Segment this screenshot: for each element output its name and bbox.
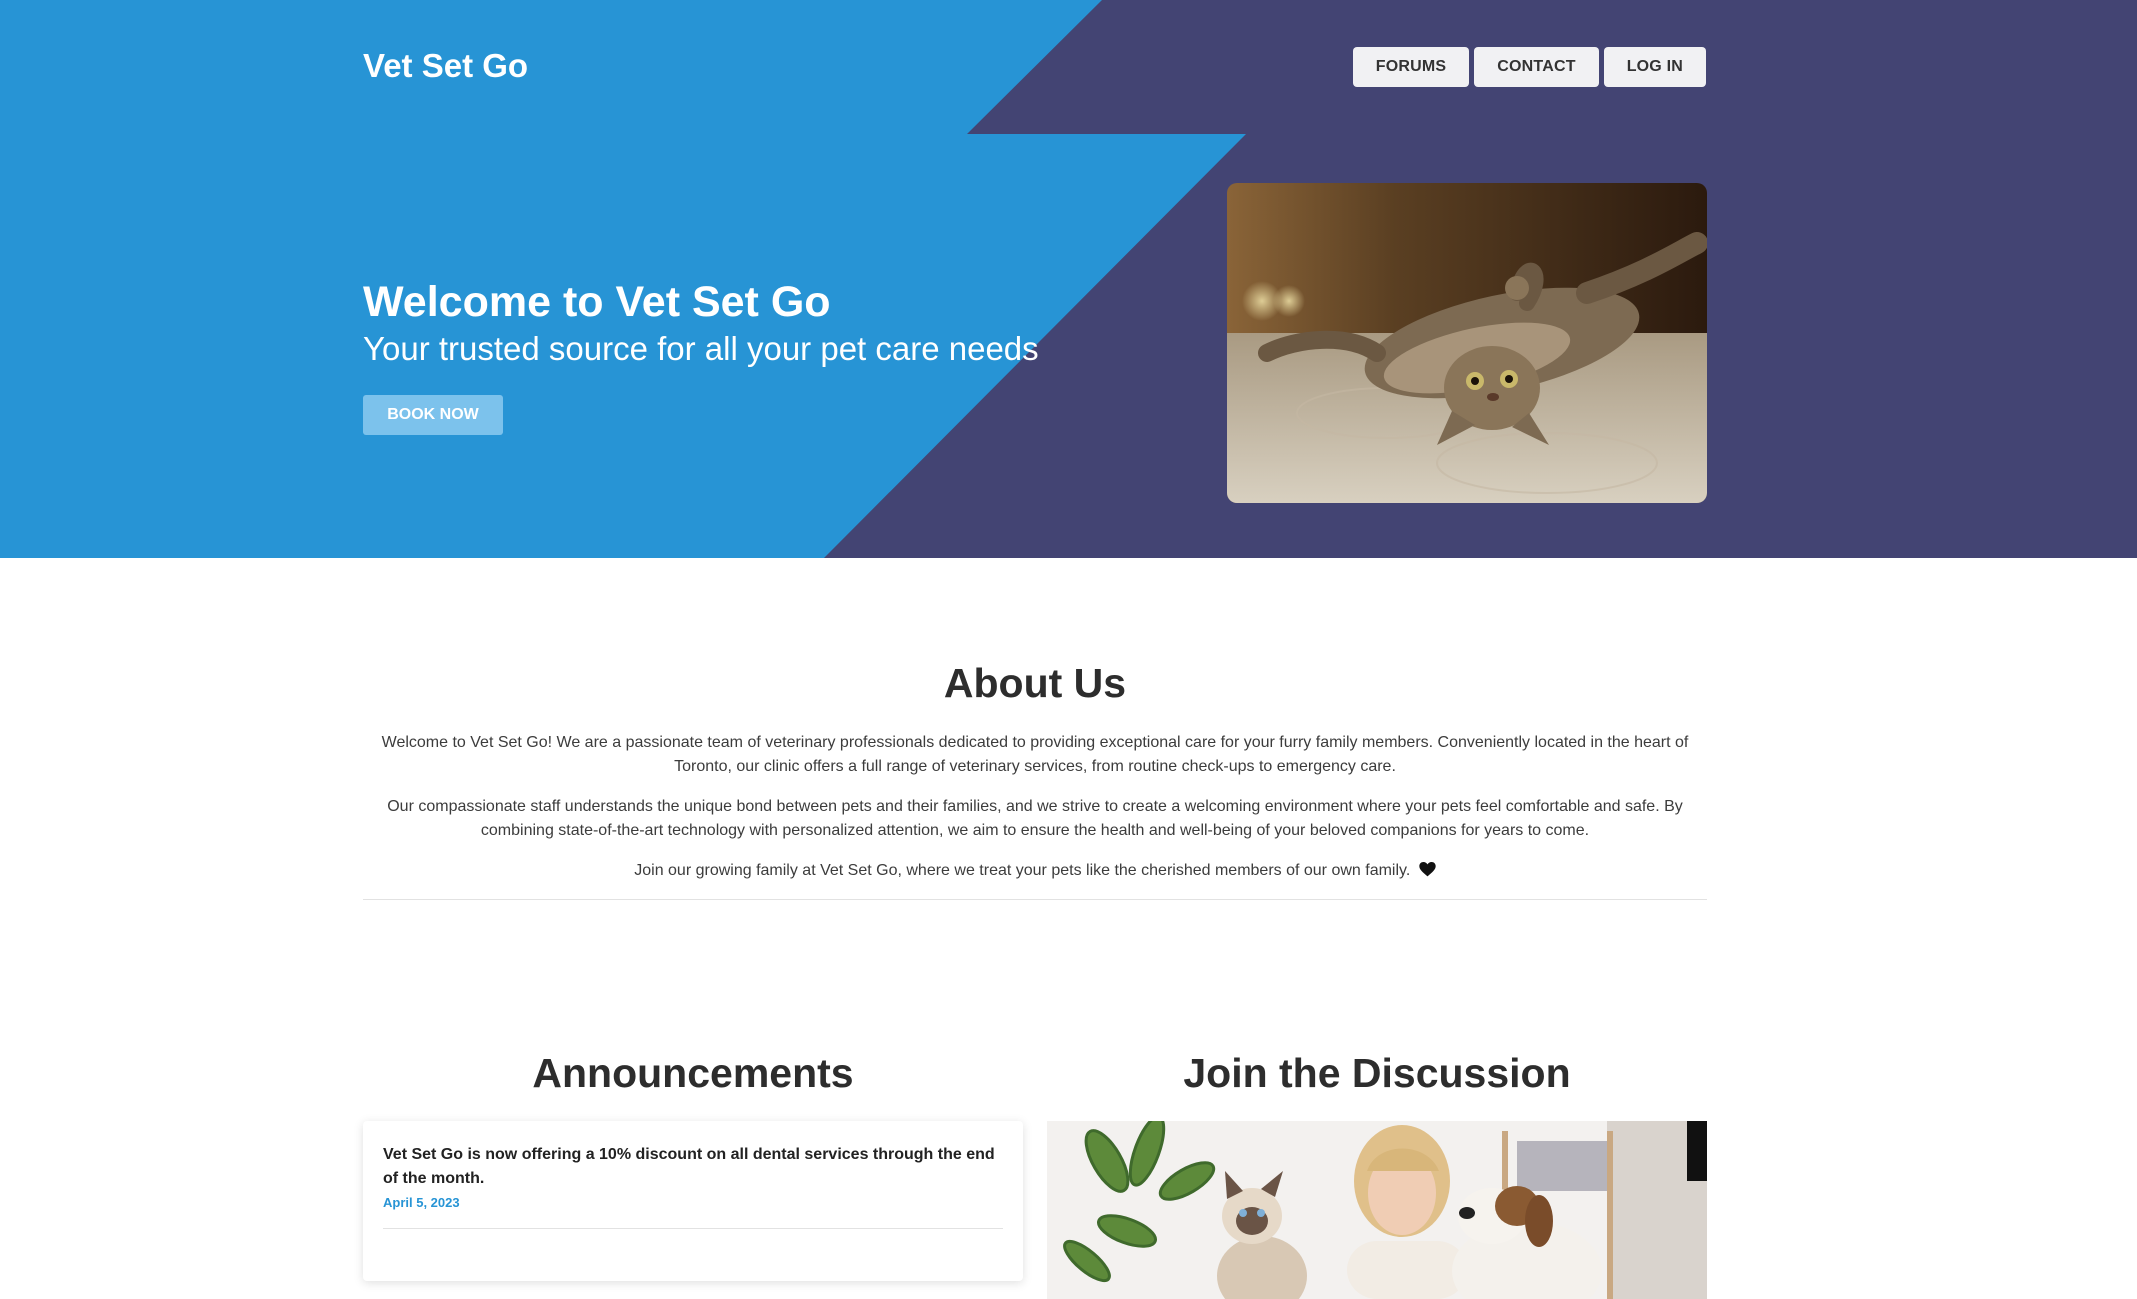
discussion-title: Join the Discussion <box>1183 1050 1571 1096</box>
book-now-button[interactable]: BOOK NOW <box>363 395 503 435</box>
announcement-text: Vet Set Go is now offering a 10% discoun… <box>383 1146 995 1187</box>
announcement-card: Vet Set Go is now offering a 10% discoun… <box>363 1121 1023 1281</box>
section-divider <box>363 899 1707 900</box>
discussion-photo[interactable] <box>1047 1121 1707 1299</box>
announcement-date: April 5, 2023 <box>383 1195 460 1210</box>
about-title: About Us <box>943 660 1127 706</box>
hero-background <box>824 0 2137 558</box>
heart-icon <box>1419 861 1436 885</box>
main-nav: FORUMS CONTACT LOG IN <box>1352 47 1706 87</box>
nav-forums-button[interactable]: FORUMS <box>1352 47 1470 87</box>
hero-subtitle: Your trusted source for all your pet car… <box>363 330 1039 367</box>
hero-title: Welcome to Vet Set Go <box>363 278 831 326</box>
nav-contact-button[interactable]: CONTACT <box>1474 47 1599 87</box>
about-paragraph-3: Join our growing family at Vet Set Go, w… <box>363 859 1707 885</box>
announcements-title: Announcements <box>532 1050 854 1096</box>
hero-cat-photo <box>1227 183 1707 503</box>
announcement-divider <box>383 1228 1003 1229</box>
about-paragraph-2: Our compassionate staff understands the … <box>387 798 1683 839</box>
site-logo[interactable]: Vet Set Go <box>363 47 528 85</box>
nav-login-button[interactable]: LOG IN <box>1603 47 1706 87</box>
about-paragraph-3-text: Join our growing family at Vet Set Go, w… <box>634 862 1411 879</box>
hero-section: Vet Set Go FORUMS CONTACT LOG IN Welcome… <box>0 0 2137 558</box>
about-paragraph-1: Welcome to Vet Set Go! We are a passiona… <box>381 734 1689 775</box>
